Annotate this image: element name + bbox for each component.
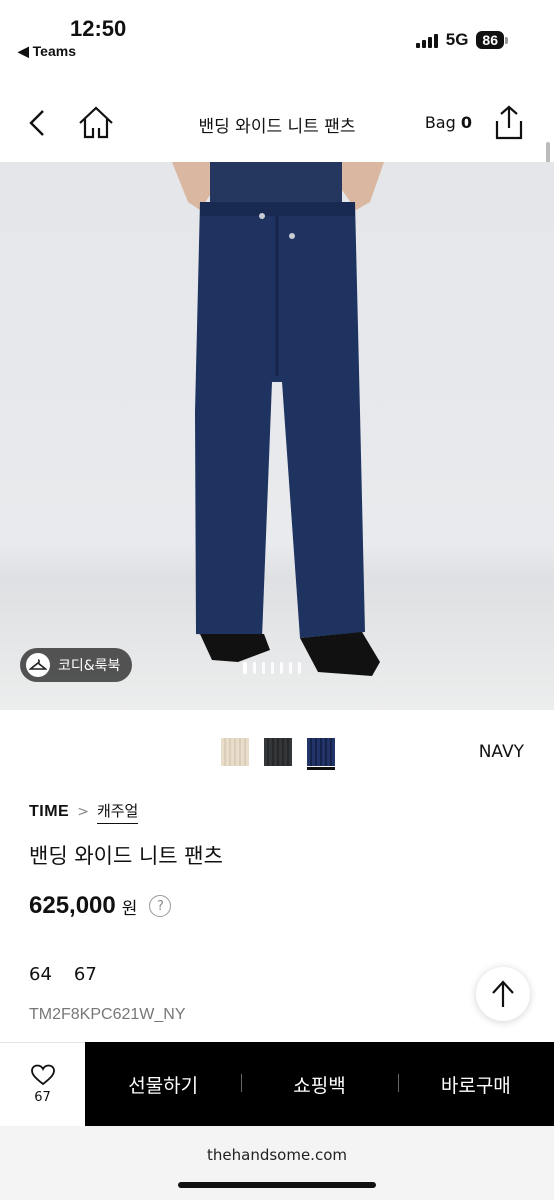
wishlist-count: 67	[34, 1090, 51, 1105]
product-photo	[172, 162, 384, 676]
share-icon	[495, 105, 523, 140]
buy-now-button[interactable]: 바로구매	[397, 1071, 554, 1098]
size-list: 64 67	[29, 964, 97, 985]
product-image-gallery[interactable]: 코디&룩북	[0, 162, 554, 710]
bag-button[interactable]: Bag 0	[425, 113, 472, 132]
price-row: 625,000 원 ?	[29, 892, 172, 920]
add-to-bag-button[interactable]: 쇼핑백	[241, 1071, 397, 1098]
battery-level: 86	[476, 31, 504, 49]
product-title: 밴딩 와이드 니트 팬츠	[29, 844, 223, 868]
top-navigation: 밴딩 와이드 니트 팬츠 Bag 0	[0, 92, 554, 156]
bottom-action-bar: 67 선물하기 쇼핑백 바로구매	[0, 1042, 554, 1126]
product-price: 625,000	[29, 892, 116, 919]
home-indicator[interactable]	[178, 1182, 376, 1188]
signal-icon	[415, 32, 438, 48]
pager-dot[interactable]	[289, 662, 292, 674]
selected-color-name: NAVY	[478, 742, 524, 762]
color-swatch-charcoal[interactable]	[264, 738, 292, 766]
pager-dot[interactable]	[280, 662, 283, 674]
pager-dot[interactable]	[271, 662, 274, 674]
status-time: 12:50	[70, 16, 127, 41]
purchase-actions: 선물하기 쇼핑백 바로구매	[85, 1042, 554, 1126]
back-to-app-link[interactable]: ◀ Teams	[18, 43, 76, 60]
pager-dot[interactable]	[243, 662, 247, 674]
pager-dot[interactable]	[262, 662, 265, 674]
size-option[interactable]: 64	[29, 964, 52, 985]
arrow-up-icon	[492, 980, 514, 1007]
price-currency: 원	[121, 898, 138, 919]
brand-link[interactable]: TIME	[29, 803, 69, 821]
product-code: TM2F8KPC621W_NY	[29, 1006, 186, 1023]
color-swatches	[221, 738, 335, 770]
status-bar: 12:50 ◀ Teams 5G 86	[0, 0, 554, 70]
codi-lookbook-button[interactable]: 코디&룩북	[20, 648, 133, 682]
battery-icon: 86	[476, 31, 508, 49]
image-pager[interactable]	[243, 662, 301, 674]
browser-url-bar: thehandsome.com	[0, 1126, 554, 1200]
hanger-icon	[26, 653, 50, 677]
price-help-icon[interactable]: ?	[149, 895, 172, 917]
codi-lookbook-label: 코디&룩북	[58, 658, 121, 674]
breadcrumb: TIME > 캐주얼	[29, 800, 139, 824]
share-button[interactable]	[492, 104, 526, 142]
network-type: 5G	[445, 30, 469, 49]
size-option[interactable]: 67	[74, 964, 97, 985]
url-text[interactable]: thehandsome.com	[0, 1146, 554, 1164]
pager-dot[interactable]	[298, 662, 301, 674]
gift-button[interactable]: 선물하기	[85, 1071, 241, 1098]
heart-icon	[30, 1064, 55, 1086]
color-swatch-navy[interactable]	[307, 738, 335, 770]
bag-label: Bag	[424, 113, 456, 132]
pager-dot[interactable]	[253, 662, 256, 674]
color-swatch-beige[interactable]	[221, 738, 249, 766]
bag-count: 0	[460, 113, 472, 132]
status-indicators: 5G 86	[415, 30, 508, 50]
scroll-to-top-button[interactable]	[476, 967, 530, 1021]
chevron-right-icon: >	[77, 804, 89, 820]
wishlist-button[interactable]: 67	[0, 1042, 85, 1126]
category-link[interactable]: 캐주얼	[96, 800, 139, 824]
